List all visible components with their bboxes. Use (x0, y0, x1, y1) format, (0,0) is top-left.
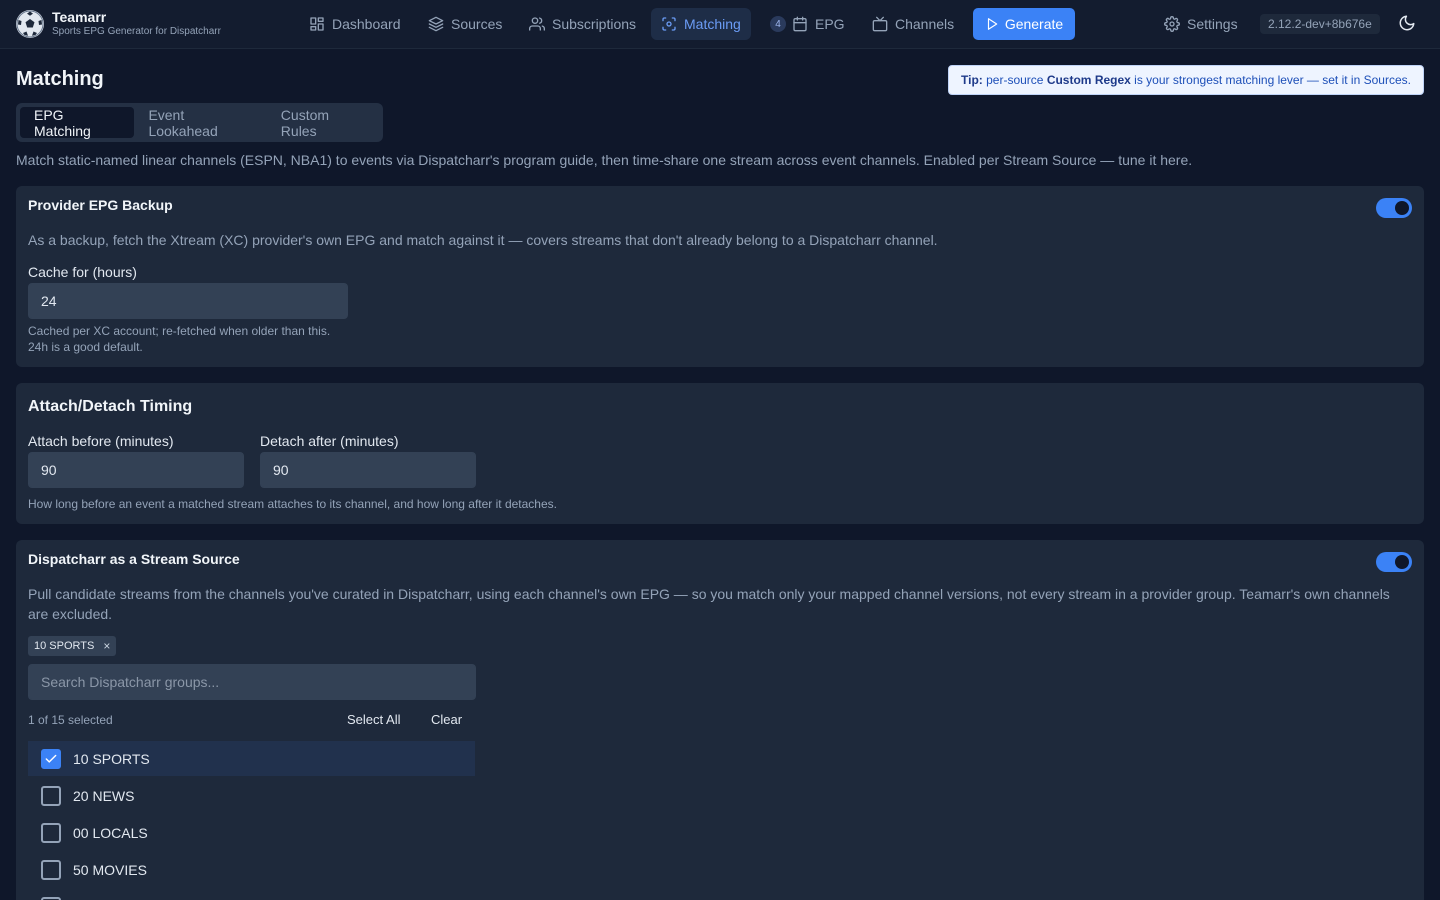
epg-count-badge: 4 (770, 16, 786, 32)
gear-icon (1164, 16, 1180, 32)
provider-epg-backup-toggle[interactable] (1376, 198, 1412, 218)
group-search-input[interactable] (28, 664, 476, 700)
checkbox-unchecked[interactable] (41, 896, 61, 900)
detach-after-label: Detach after (minutes) (260, 433, 399, 449)
generate-button[interactable]: Generate (973, 8, 1075, 40)
group-option-label: 50 MOVIES (73, 861, 147, 878)
timing-hint: How long before an event a matched strea… (28, 497, 557, 511)
soccer-ball-logo-icon (16, 10, 44, 38)
tv-icon (872, 16, 888, 32)
nav-sources-label: Sources (451, 16, 503, 32)
tab-event-lookahead[interactable]: Event Lookahead (134, 107, 266, 139)
cache-hint-line1: Cached per XC account; re-fetched when o… (28, 324, 331, 338)
app-name: Teamarr (52, 9, 107, 25)
nav-settings[interactable]: Settings (1154, 8, 1248, 40)
top-navigation-bar: Teamarr Sports EPG Generator for Dispatc… (0, 0, 1440, 49)
group-option[interactable]: 10 SPORTS (28, 741, 475, 776)
cache-hint-line2: 24h is a good default. (28, 340, 143, 354)
tip-bold: Custom Regex (1046, 73, 1131, 87)
users-icon (529, 17, 545, 31)
tip-suffix: is your strongest matching lever — set i… (1130, 73, 1411, 87)
layers-icon (428, 16, 444, 32)
version-badge: 2.12.2-dev+8b676e (1260, 14, 1380, 34)
checkbox-checked[interactable] (41, 748, 61, 769)
cache-hint: Cached per XC account; re-fetched when o… (28, 323, 330, 355)
nav-matching-label: Matching (684, 16, 741, 32)
dispatcharr-stream-source-toggle[interactable] (1376, 552, 1412, 572)
checkbox-unchecked[interactable] (41, 785, 61, 806)
cache-hours-input[interactable] (28, 283, 348, 319)
check-icon (45, 754, 57, 763)
dispatcharr-stream-source-title: Dispatcharr as a Stream Source (28, 551, 240, 567)
clear-button[interactable]: Clear (431, 712, 462, 727)
nav-subscriptions-label: Subscriptions (552, 16, 637, 32)
group-option[interactable]: 00 LOCALS (28, 815, 475, 850)
play-icon (987, 18, 998, 30)
cache-hours-label: Cache for (hours) (28, 264, 137, 280)
group-option-label: 00 LOCALS (73, 824, 148, 841)
detach-after-input[interactable] (260, 452, 476, 488)
checkbox-unchecked[interactable] (41, 822, 61, 843)
dashboard-grid-icon (310, 17, 324, 31)
group-option-label: 20 NEWS (73, 787, 135, 804)
tab-custom-rules[interactable]: Custom Rules (267, 107, 379, 139)
brand[interactable]: Teamarr Sports EPG Generator for Dispatc… (16, 9, 221, 39)
tab-epg-matching[interactable]: EPG Matching (20, 107, 135, 139)
provider-epg-backup-title: Provider EPG Backup (28, 197, 173, 213)
chip-remove-icon[interactable]: × (103, 639, 110, 653)
tip-mid: per-source (982, 73, 1047, 87)
nav-channels[interactable]: Channels (862, 8, 964, 40)
checkbox-unchecked[interactable] (41, 859, 61, 880)
attach-before-input[interactable] (28, 452, 244, 488)
provider-epg-backup-description: As a backup, fetch the Xtream (XC) provi… (28, 232, 938, 248)
attach-detach-timing-card: Attach/Detach Timing Attach before (minu… (16, 383, 1424, 524)
nav-settings-label: Settings (1187, 16, 1238, 32)
nav-dashboard-label: Dashboard (332, 16, 401, 32)
nav-matching[interactable]: Matching (651, 8, 751, 40)
select-all-button[interactable]: Select All (347, 712, 400, 727)
group-option[interactable]: 50 MOVIES (28, 852, 475, 887)
selected-group-chip: 10 SPORTS × (28, 636, 117, 656)
attach-before-label: Attach before (minutes) (28, 433, 174, 449)
matching-tabs: EPG Matching Event Lookahead Custom Rule… (16, 103, 383, 142)
nav-sources[interactable]: Sources (418, 8, 512, 40)
scan-target-icon (662, 17, 676, 31)
selected-group-chip-label: 10 SPORTS (34, 640, 95, 652)
tip-prefix: Tip: (961, 73, 983, 87)
page-intro-text: Match static-named linear channels (ESPN… (16, 152, 1193, 168)
app-subtitle: Sports EPG Generator for Dispatcharr (52, 26, 221, 37)
group-option-partial[interactable] (28, 889, 475, 900)
tip-banner: Tip: per-source Custom Regex is your str… (948, 65, 1424, 95)
nav-epg-label: EPG (815, 16, 845, 32)
provider-epg-backup-card: Provider EPG Backup As a backup, fetch t… (16, 186, 1424, 367)
group-option[interactable]: 20 NEWS (28, 778, 475, 813)
selected-count: 1 of 15 selected (28, 713, 113, 727)
nav-channels-label: Channels (895, 16, 955, 32)
nav-epg[interactable]: 4 EPG (760, 8, 855, 40)
attach-detach-timing-title: Attach/Detach Timing (28, 398, 193, 415)
generate-label: Generate (1004, 16, 1064, 32)
page-title: Matching (16, 68, 104, 90)
theme-toggle-button[interactable] (1398, 14, 1418, 34)
nav-subscriptions[interactable]: Subscriptions (519, 8, 646, 40)
dispatcharr-stream-source-description: Pull candidate streams from the channels… (28, 586, 1390, 622)
nav-dashboard[interactable]: Dashboard (299, 8, 411, 40)
moon-icon (1399, 15, 1415, 31)
group-option-label: 10 SPORTS (73, 750, 150, 767)
calendar-icon (793, 16, 807, 32)
